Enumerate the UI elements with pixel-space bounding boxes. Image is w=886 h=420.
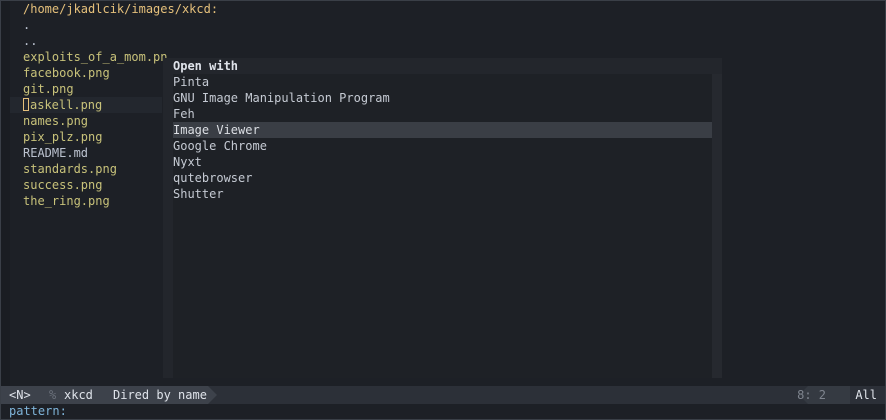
- file-entry[interactable]: standards.png: [23, 161, 117, 177]
- file-entry[interactable]: git.png: [23, 81, 74, 97]
- application-item[interactable]: Nyxt: [173, 154, 712, 170]
- directory-header: /home/jkadlcik/images/xkcd:: [23, 2, 219, 16]
- file-entry[interactable]: names.png: [23, 113, 88, 129]
- file-entry[interactable]: the_ring.png: [23, 193, 110, 209]
- evil-state-indicator: <N>: [9, 388, 31, 402]
- file-name: exploits_of_a_mom.pn: [23, 50, 168, 64]
- application-item[interactable]: qutebrowser: [173, 170, 712, 186]
- buffer-modified-indicator: %: [49, 388, 57, 402]
- pattern-input[interactable]: [70, 404, 270, 418]
- file-entry[interactable]: facebook.png: [23, 65, 110, 81]
- file-name: facebook.png: [23, 66, 110, 80]
- file-entry[interactable]: README.md: [23, 145, 88, 161]
- application-item[interactable]: GNU Image Manipulation Program: [173, 90, 712, 106]
- file-entry[interactable]: ..: [23, 33, 37, 49]
- cursor-position: 8: 2: [797, 388, 826, 402]
- file-name: standards.png: [23, 162, 117, 176]
- popup-scrollbar[interactable]: [712, 74, 722, 378]
- file-name: success.png: [23, 178, 103, 192]
- application-item[interactable]: Google Chrome: [173, 138, 712, 154]
- modeline: <N> % xkcd Dired by name 8: 2 All: [0, 386, 886, 404]
- file-name: .: [23, 18, 31, 32]
- application-item[interactable]: Shutter: [173, 186, 712, 202]
- application-item[interactable]: Image Viewer: [173, 122, 712, 138]
- application-item[interactable]: Feh: [173, 106, 712, 122]
- file-name: the_ring.png: [23, 194, 110, 208]
- application-list: Pinta GNU Image Manipulation Program Feh Im…: [173, 74, 712, 378]
- file-name: git.png: [23, 82, 74, 96]
- open-with-popup: Open with Pinta GNU Image Manipulation Pr…: [163, 58, 722, 378]
- modeline-separator-arrow: [208, 386, 217, 404]
- buffer-name[interactable]: xkcd: [64, 386, 93, 404]
- file-entry[interactable]: exploits_of_a_mom.pn: [23, 49, 168, 65]
- file-entry[interactable]: .: [23, 17, 30, 33]
- major-mode[interactable]: Dired by name: [113, 386, 207, 404]
- file-name: README.md: [23, 146, 89, 160]
- file-name: pix_plz.png: [23, 130, 103, 144]
- file-entry[interactable]: pix_plz.png: [23, 129, 102, 145]
- file-name: ..: [23, 34, 38, 48]
- minibuffer-prompt: pattern:: [9, 404, 67, 418]
- left-fringe: [0, 0, 10, 386]
- file-entry[interactable]: success.png: [23, 177, 102, 193]
- application-item[interactable]: Pinta: [173, 74, 712, 90]
- file-name: names.png: [23, 114, 89, 128]
- scroll-position: All: [855, 388, 877, 402]
- popup-title: Open with: [173, 59, 239, 73]
- minibuffer[interactable]: pattern:: [0, 404, 886, 420]
- file-entry[interactable]: askell.png: [23, 97, 102, 113]
- text-cursor: [23, 98, 29, 111]
- file-name: askell.png: [30, 98, 103, 112]
